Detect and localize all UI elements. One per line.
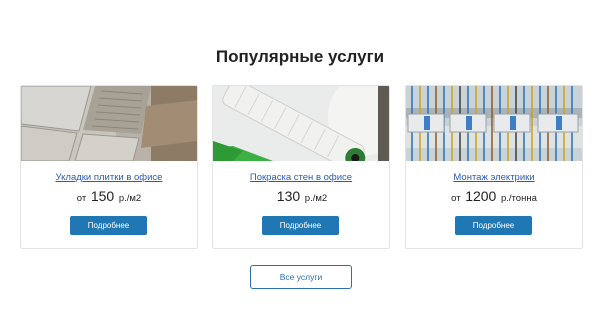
service-price: от 1200 р./тонна bbox=[406, 188, 582, 204]
service-link[interactable]: Монтаж электрики bbox=[406, 172, 582, 183]
all-services-button[interactable]: Все услуги bbox=[250, 265, 352, 289]
price-unit: р./м2 bbox=[304, 193, 328, 204]
tile-laying-image[interactable] bbox=[21, 86, 197, 161]
price-value: 1200 bbox=[465, 188, 497, 204]
service-card-painting: Покраска стен в офисе 130 р./м2 Подробне… bbox=[212, 85, 390, 249]
service-price: от 150 р./м2 bbox=[21, 188, 197, 204]
wall-painting-image[interactable] bbox=[213, 86, 389, 161]
service-price: 130 р./м2 bbox=[213, 188, 389, 204]
service-card-electrics: Монтаж электрики от 1200 р./тонна Подроб… bbox=[405, 85, 583, 249]
details-button[interactable]: Подробнее bbox=[455, 216, 532, 235]
electrical-panel-image[interactable] bbox=[406, 86, 582, 161]
price-unit: р./тонна bbox=[501, 193, 537, 204]
section-title: Популярные услуги bbox=[215, 47, 385, 66]
details-button[interactable]: Подробнее bbox=[70, 216, 147, 235]
service-link[interactable]: Укладки плитки в офисе bbox=[21, 172, 197, 183]
price-unit: р./м2 bbox=[118, 193, 142, 204]
price-value: 150 bbox=[90, 188, 115, 204]
price-value: 130 bbox=[276, 188, 301, 204]
service-link[interactable]: Покраска стен в офисе bbox=[213, 172, 389, 183]
price-prefix: от bbox=[76, 193, 87, 204]
details-button[interactable]: Подробнее bbox=[262, 216, 339, 235]
service-card-tiles: Укладки плитки в офисе от 150 р./м2 Подр… bbox=[20, 85, 198, 249]
price-prefix: от bbox=[451, 193, 461, 204]
